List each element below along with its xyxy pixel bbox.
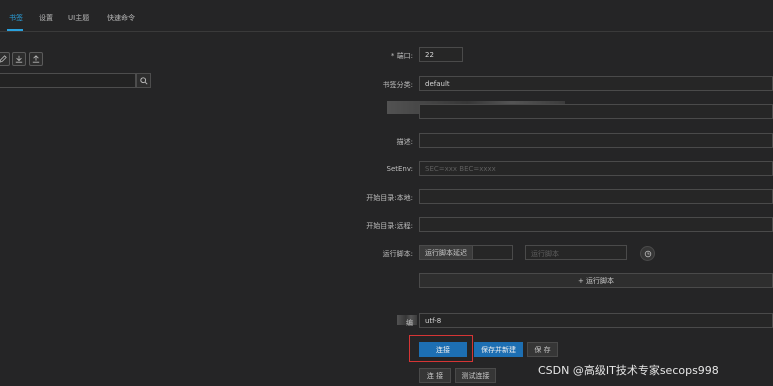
- save-and-connect-button[interactable]: 连接: [419, 342, 467, 357]
- description-input[interactable]: [419, 133, 773, 148]
- description-label: 描述:: [396, 138, 413, 146]
- add-run-script-button[interactable]: + 运行脚本: [419, 273, 773, 288]
- encoding-label: 编: [406, 319, 413, 327]
- start-dir-remote-input[interactable]: [419, 217, 773, 232]
- setenv-input[interactable]: SEC=xxx BEC=xxxx: [419, 161, 773, 176]
- edit-icon: [0, 55, 7, 63]
- encoding-select[interactable]: utf-8: [419, 313, 773, 328]
- run-script-delay-group[interactable]: 运行脚本延迟: [419, 245, 513, 260]
- tab-bookmarks[interactable]: 书签: [9, 13, 23, 23]
- category-select[interactable]: default: [419, 76, 773, 91]
- test-connect-button[interactable]: 测试连接: [455, 368, 496, 383]
- edit-button[interactable]: [0, 52, 10, 66]
- start-dir-local-input[interactable]: [419, 189, 773, 204]
- active-tab-indicator: [7, 29, 23, 31]
- download-icon: [15, 55, 23, 63]
- save-and-new-button[interactable]: 保存并新建: [474, 342, 523, 357]
- clock-button[interactable]: [640, 246, 655, 261]
- port-label: * 端口:: [390, 52, 413, 60]
- setenv-label: SetEnv:: [386, 165, 413, 173]
- tab-ui-theme[interactable]: UI主题: [68, 13, 89, 23]
- run-script-delay-button[interactable]: 运行脚本延迟: [420, 246, 473, 259]
- clock-icon: [644, 250, 651, 257]
- start-dir-remote-label: 开始目录:远程:: [366, 222, 413, 230]
- start-dir-local-label: 开始目录:本地:: [366, 194, 413, 202]
- run-script-label: 运行脚本:: [382, 250, 413, 258]
- category-label: 书签分类:: [382, 81, 413, 89]
- tab-settings[interactable]: 设置: [39, 13, 53, 23]
- search-button[interactable]: [136, 73, 151, 88]
- import-button[interactable]: [12, 52, 26, 66]
- export-button[interactable]: [29, 52, 43, 66]
- upload-icon: [32, 55, 40, 63]
- watermark: CSDN @高级IT技术专家secops998: [538, 364, 719, 377]
- save-button[interactable]: 保 存: [527, 342, 558, 357]
- tab-bar: 书签 设置 UI主题 快速命令: [0, 0, 773, 32]
- search-icon: [139, 76, 148, 85]
- connect-button[interactable]: 连 接: [419, 368, 451, 383]
- run-script-input[interactable]: 运行脚本: [525, 245, 627, 260]
- tab-quick-commands[interactable]: 快速命令: [107, 13, 135, 23]
- blurred-input[interactable]: [419, 104, 773, 119]
- port-input[interactable]: 22: [419, 47, 463, 62]
- bookmark-search-input[interactable]: [0, 73, 136, 88]
